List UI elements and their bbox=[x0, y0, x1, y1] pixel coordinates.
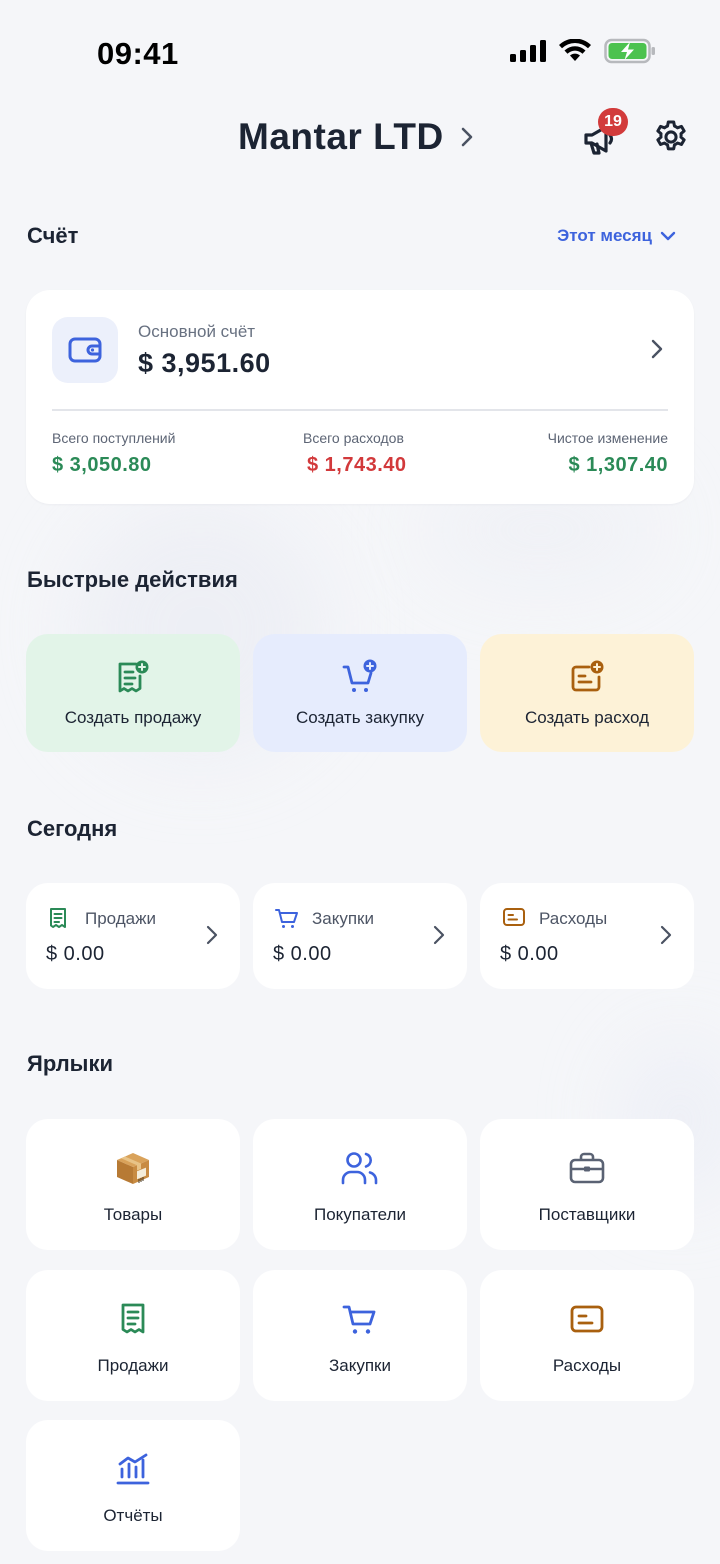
today-expenses-card[interactable]: Расходы $ 0.00 bbox=[480, 883, 694, 989]
stat-expenses: Всего расходов $ 1,743.40 bbox=[303, 430, 407, 477]
shortcut-suppliers[interactable]: Поставщики bbox=[480, 1119, 694, 1250]
today-sales-card[interactable]: Продажи $ 0.00 bbox=[26, 883, 240, 989]
cart-plus-icon bbox=[342, 659, 377, 692]
chevron-down-icon bbox=[660, 231, 676, 241]
account-card[interactable]: Основной счёт $ 3,951.60 Всего поступлен… bbox=[26, 290, 694, 504]
create-expense-label: Создать расход bbox=[524, 708, 650, 727]
shortcut-reports-label: Отчёты bbox=[103, 1506, 163, 1525]
chevron-right-icon bbox=[206, 925, 218, 945]
company-name: Mantar LTD bbox=[238, 116, 444, 157]
shortcut-expenses-label: Расходы bbox=[552, 1356, 622, 1375]
shortcut-reports[interactable]: Отчёты bbox=[26, 1420, 240, 1551]
expense-plus-icon bbox=[571, 660, 604, 692]
today-purchases-label: Закупки bbox=[312, 909, 374, 928]
create-sale-button[interactable]: Создать продажу bbox=[26, 634, 240, 752]
battery-charging-icon bbox=[604, 38, 655, 64]
today-sales-label: Продажи bbox=[85, 909, 156, 928]
create-purchase-button[interactable]: Создать закупку bbox=[253, 634, 467, 752]
package-icon bbox=[117, 1153, 149, 1184]
chevron-right-icon bbox=[651, 339, 663, 359]
chevron-right-icon bbox=[461, 127, 473, 147]
notification-badge: 19 bbox=[598, 108, 628, 136]
account-balance: $ 3,951.60 bbox=[138, 348, 271, 378]
shortcut-purchases-label: Закупки bbox=[329, 1356, 391, 1375]
status-time: 09:41 bbox=[97, 36, 179, 71]
status-icons bbox=[510, 38, 656, 64]
users-icon bbox=[341, 1152, 378, 1185]
shortcut-products[interactable]: Товары bbox=[26, 1119, 240, 1250]
chevron-right-icon bbox=[433, 925, 445, 945]
shortcut-sales-label: Продажи bbox=[97, 1356, 169, 1375]
stat-net-change-label: Чистое изменение bbox=[547, 430, 668, 446]
status-bar: 09:41 bbox=[0, 0, 720, 100]
today-purchases-card[interactable]: Закупки $ 0.00 bbox=[253, 883, 467, 989]
stat-expenses-label: Всего расходов bbox=[303, 430, 404, 446]
notifications-button[interactable]: 19 bbox=[578, 108, 628, 162]
divider bbox=[52, 409, 668, 411]
app-header: Mantar LTD 19 bbox=[0, 108, 720, 170]
shortcut-purchases[interactable]: Закупки bbox=[253, 1270, 467, 1401]
receipt-icon bbox=[121, 1303, 145, 1334]
period-selector[interactable]: Этот месяц bbox=[557, 226, 676, 246]
cart-icon bbox=[275, 909, 298, 928]
shortcut-customers[interactable]: Покупатели bbox=[253, 1119, 467, 1250]
account-name: Основной счёт bbox=[138, 322, 256, 341]
shortcut-products-label: Товары bbox=[103, 1205, 163, 1224]
receipt-icon bbox=[50, 908, 66, 928]
stat-income-label: Всего поступлений bbox=[52, 430, 176, 446]
signal-icon bbox=[510, 40, 546, 62]
wallet-icon bbox=[68, 337, 102, 363]
stat-net-change: Чистое изменение $ 1,307.40 bbox=[548, 430, 668, 477]
today-expenses-value: $ 0.00 bbox=[500, 943, 559, 965]
shortcut-expenses[interactable]: Расходы bbox=[480, 1270, 694, 1401]
create-expense-button[interactable]: Создать расход bbox=[480, 634, 694, 752]
cart-icon bbox=[342, 1305, 376, 1334]
today-sales-value: $ 0.00 bbox=[46, 943, 105, 965]
stat-income: Всего поступлений $ 3,050.80 bbox=[52, 430, 175, 477]
shortcut-suppliers-label: Поставщики bbox=[538, 1205, 636, 1224]
shortcut-customers-label: Покупатели bbox=[314, 1205, 406, 1224]
create-sale-label: Создать продажу bbox=[64, 708, 202, 727]
briefcase-icon bbox=[569, 1152, 605, 1184]
wifi-icon bbox=[559, 39, 591, 61]
stat-expenses-value: $ 1,743.40 bbox=[307, 454, 407, 476]
settings-button[interactable] bbox=[652, 118, 690, 156]
period-label: Этот месяц bbox=[557, 226, 652, 245]
section-title-shortcuts: Ярлыки bbox=[27, 1051, 114, 1076]
expense-icon bbox=[503, 908, 525, 926]
company-switcher[interactable]: Mantar LTD bbox=[238, 116, 474, 158]
stat-net-change-value: $ 1,307.40 bbox=[568, 454, 668, 476]
section-title-account: Счёт bbox=[27, 223, 79, 248]
stat-income-value: $ 3,050.80 bbox=[52, 454, 152, 476]
shortcut-sales[interactable]: Продажи bbox=[26, 1270, 240, 1401]
expense-icon bbox=[570, 1305, 604, 1333]
today-purchases-value: $ 0.00 bbox=[273, 943, 332, 965]
section-title-today: Сегодня bbox=[27, 816, 118, 841]
section-title-quick-actions: Быстрые действия bbox=[27, 567, 238, 592]
receipt-plus-icon bbox=[118, 660, 149, 693]
chevron-right-icon bbox=[660, 925, 672, 945]
wallet-tile bbox=[52, 317, 118, 383]
chart-icon bbox=[116, 1453, 150, 1485]
create-purchase-label: Создать закупку bbox=[295, 708, 425, 727]
today-expenses-label: Расходы bbox=[539, 909, 608, 928]
gear-icon bbox=[656, 120, 686, 151]
